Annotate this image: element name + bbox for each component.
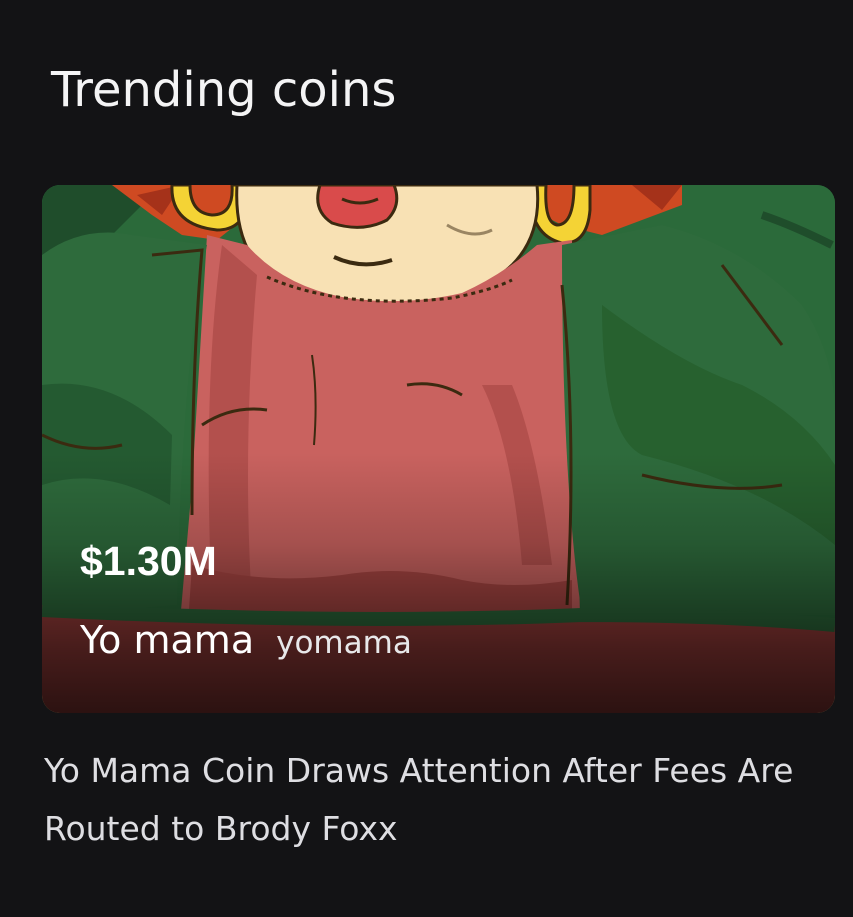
section-title: Trending coins — [51, 62, 397, 118]
trending-coin-card[interactable]: $1.30M Yo mama yomama — [42, 185, 835, 713]
market-cap-value: $1.30M — [80, 538, 217, 584]
news-headline[interactable]: Yo Mama Coin Draws Attention After Fees … — [44, 742, 804, 858]
coin-name-row: Yo mama yomama — [80, 615, 412, 668]
coin-name: Yo mama — [80, 618, 255, 662]
coin-ticker: yomama — [276, 625, 412, 661]
